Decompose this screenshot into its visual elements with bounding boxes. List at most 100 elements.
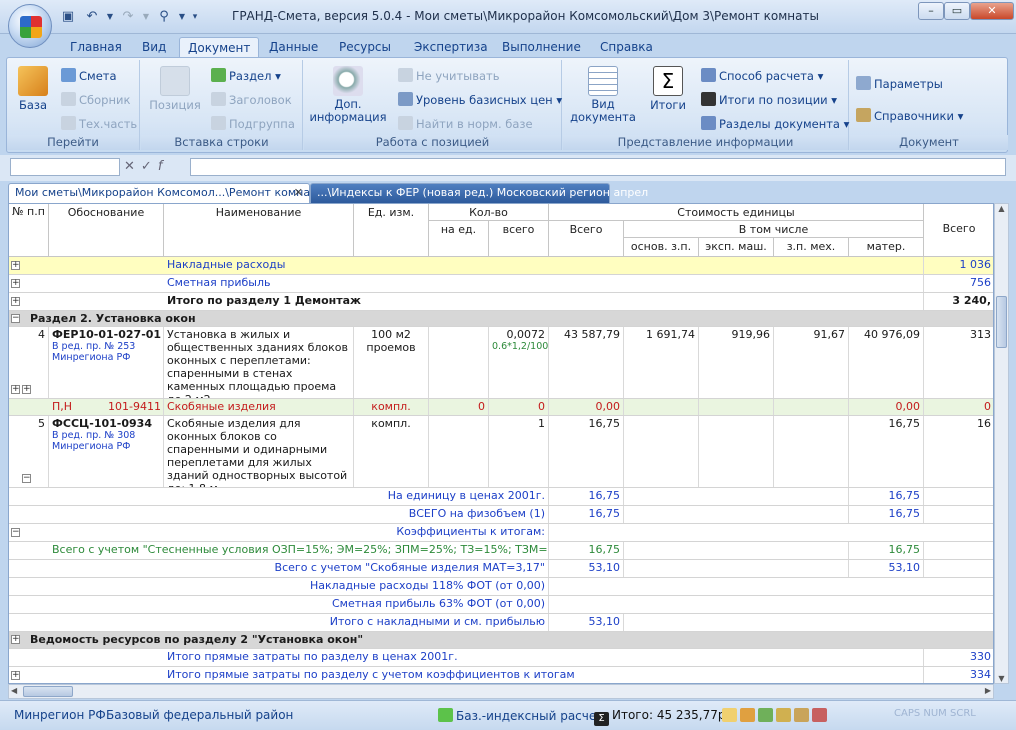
ignore-button[interactable]: Не учитывать	[398, 68, 500, 83]
collapse-icon[interactable]: −	[11, 314, 20, 323]
refs-button[interactable]: Справочники ▾	[856, 108, 963, 123]
params-button[interactable]: Параметры	[856, 76, 943, 91]
expand-icon[interactable]: +	[11, 297, 20, 306]
scroll-up-icon[interactable]: ▲	[995, 204, 1008, 213]
totals-button[interactable]: Σ Итоги	[645, 66, 691, 112]
col-num[interactable]: № п.п	[9, 204, 49, 257]
undo-dropdown-icon[interactable]: ▼	[106, 8, 114, 26]
collapse-icon[interactable]: −	[11, 528, 20, 537]
tab-document[interactable]: Документ	[179, 37, 260, 58]
tab-home[interactable]: Главная	[62, 37, 130, 58]
scroll-down-icon[interactable]: ▼	[995, 674, 1008, 683]
find-norm-button[interactable]: Найти в норм. базе	[398, 116, 533, 131]
status-method[interactable]: Баз.-индексный расчет	[438, 708, 603, 723]
tab-expertise[interactable]: Экспертиза	[406, 37, 496, 58]
status-total[interactable]: Σ Итого: 45 235,77р.	[594, 708, 729, 726]
extra-info-button[interactable]: Доп. информация	[308, 66, 388, 124]
base-level-button[interactable]: Уровень базисных цен ▾	[398, 92, 562, 107]
summary-row[interactable]: ВСЕГО на физобъем (1) 16,75 16,75	[9, 506, 993, 524]
subgroup-button[interactable]: Подгруппа	[211, 116, 295, 131]
tab-help[interactable]: Справка	[592, 37, 661, 58]
pos-qty[interactable]: 0,0072 0.6*1,2/100	[489, 327, 549, 398]
horizontal-scroll-thumb[interactable]	[23, 686, 73, 697]
table-row[interactable]: + Итого по разделу 1 Демонтаж 3 240,	[9, 293, 993, 311]
status-district[interactable]: Базовый федеральный район	[106, 708, 293, 722]
col-qty-per[interactable]: на ед.	[429, 221, 489, 257]
name-box[interactable]	[10, 158, 120, 176]
section-row[interactable]: − Раздел 2. Установка окон	[9, 311, 993, 327]
expand-icon[interactable]: +	[11, 261, 20, 270]
expand-icon[interactable]: +	[11, 671, 20, 680]
fx-icon[interactable]: f	[158, 159, 169, 174]
vertical-scrollbar[interactable]: ▲ ▼	[994, 203, 1009, 684]
print-icon[interactable]	[794, 708, 809, 722]
doc-view-button[interactable]: Вид документа	[567, 66, 639, 124]
resource-row[interactable]: П,Н 101-9411 Скобяные изделия компл. 0 0 …	[9, 399, 993, 416]
export-icon[interactable]	[740, 708, 755, 722]
excel-icon[interactable]	[758, 708, 773, 722]
table-row[interactable]: − 5 ФССЦ-101-0934 В ред. пр. № 308 Минре…	[9, 416, 993, 488]
col-qty-total[interactable]: всего	[489, 221, 549, 257]
col-zpmeh[interactable]: з.п. мех.	[774, 238, 849, 257]
doc-icon[interactable]	[722, 708, 737, 722]
summary-row[interactable]: − Коэффициенты к итогам:	[9, 524, 993, 542]
base-button[interactable]: База	[13, 66, 53, 112]
minimize-button[interactable]: –	[918, 2, 944, 20]
summary-row[interactable]: Накладные расходы 118% ФОТ (от 0,00)	[9, 578, 993, 596]
tab-execution[interactable]: Выполнение	[494, 37, 589, 58]
find-icon[interactable]: ⚲	[154, 8, 174, 26]
customize-qat-icon[interactable]: ▾	[190, 8, 200, 26]
table-row[interactable]: + Накладные расходы 1 036	[9, 257, 993, 275]
table-row[interactable]: + + 4 ФЕР10-01-027-01 В ред. пр. № 253 М…	[9, 327, 993, 399]
scroll-left-icon[interactable]: ◀	[11, 686, 17, 695]
redo-dropdown-icon[interactable]: ▼	[142, 8, 150, 26]
pdf-icon[interactable]	[812, 708, 827, 722]
horizontal-scrollbar[interactable]: ◀ ▶	[8, 684, 994, 699]
summary-row[interactable]: Сметная прибыль 63% ФОТ (от 0,00)	[9, 596, 993, 614]
confirm-icon[interactable]: ✓	[141, 159, 158, 174]
expand-icon[interactable]: +	[11, 279, 20, 288]
maximize-button[interactable]: ▭	[944, 2, 970, 20]
status-region[interactable]: Минрегион РФ	[14, 708, 106, 722]
undo-icon[interactable]: ↶	[82, 8, 102, 26]
pos-qty[interactable]: 1	[489, 416, 549, 487]
position-button[interactable]: Позиция	[145, 66, 205, 112]
techpart-button[interactable]: Тех.часть	[61, 116, 137, 131]
summary-row[interactable]: На единицу в ценах 2001г. 16,75 16,75	[9, 488, 993, 506]
redo-icon[interactable]: ↷	[118, 8, 138, 26]
col-name[interactable]: Наименование	[164, 204, 354, 257]
application-button[interactable]	[8, 4, 52, 48]
tab-resources[interactable]: Ресурсы	[331, 37, 399, 58]
header-button[interactable]: Заголовок	[211, 92, 292, 107]
sections-button[interactable]: Разделы документа ▾	[701, 116, 849, 131]
scroll-right-icon[interactable]: ▶	[985, 686, 991, 695]
col-cost-total[interactable]: Всего	[549, 221, 624, 257]
doc-tab-indexes[interactable]: ...\Индексы к ФЕР (новая ред.) Московски…	[310, 183, 648, 203]
pos-code[interactable]: ФЕР10-01-027-01	[52, 328, 161, 341]
save-icon[interactable]: ▣	[58, 8, 78, 26]
col-mater[interactable]: матер.	[849, 238, 924, 257]
summary-row[interactable]: Итого с накладными и см. прибылью 53,10	[9, 614, 993, 632]
cancel-icon[interactable]: ✕	[124, 159, 141, 174]
vertical-scroll-thumb[interactable]	[996, 296, 1007, 348]
smeta-button[interactable]: Смета	[61, 68, 117, 83]
col-eksp[interactable]: эксп. маш.	[699, 238, 774, 257]
col-unit[interactable]: Ед. изм.	[354, 204, 429, 257]
tab-view[interactable]: Вид	[134, 37, 174, 58]
formula-input[interactable]	[190, 158, 1006, 176]
pos-code[interactable]: ФССЦ-101-0934	[52, 417, 160, 430]
close-tab-icon[interactable]: ✕	[294, 184, 303, 202]
doc-tab-estimate[interactable]: Мои сметы\Микрорайон Комсомол...\Ремонт …	[8, 183, 325, 203]
report-icon[interactable]	[776, 708, 791, 722]
totals-pos-button[interactable]: Итоги по позиции ▾	[701, 92, 837, 107]
find-dropdown-icon[interactable]: ▼	[178, 8, 186, 26]
summary-row[interactable]: Всего с учетом "Скобяные изделия МАТ=3,1…	[9, 560, 993, 578]
section-button[interactable]: Раздел ▾	[211, 68, 281, 83]
tab-data[interactable]: Данные	[261, 37, 326, 58]
sbornik-button[interactable]: Сборник	[61, 92, 130, 107]
calc-method-button[interactable]: Способ расчета ▾	[701, 68, 823, 83]
col-grand[interactable]: Всего	[924, 204, 993, 257]
col-basis[interactable]: Обоснование	[49, 204, 164, 257]
table-row[interactable]: + Итого прямые затраты по разделу с учет…	[9, 667, 993, 683]
table-row[interactable]: + Сметная прибыль 756	[9, 275, 993, 293]
